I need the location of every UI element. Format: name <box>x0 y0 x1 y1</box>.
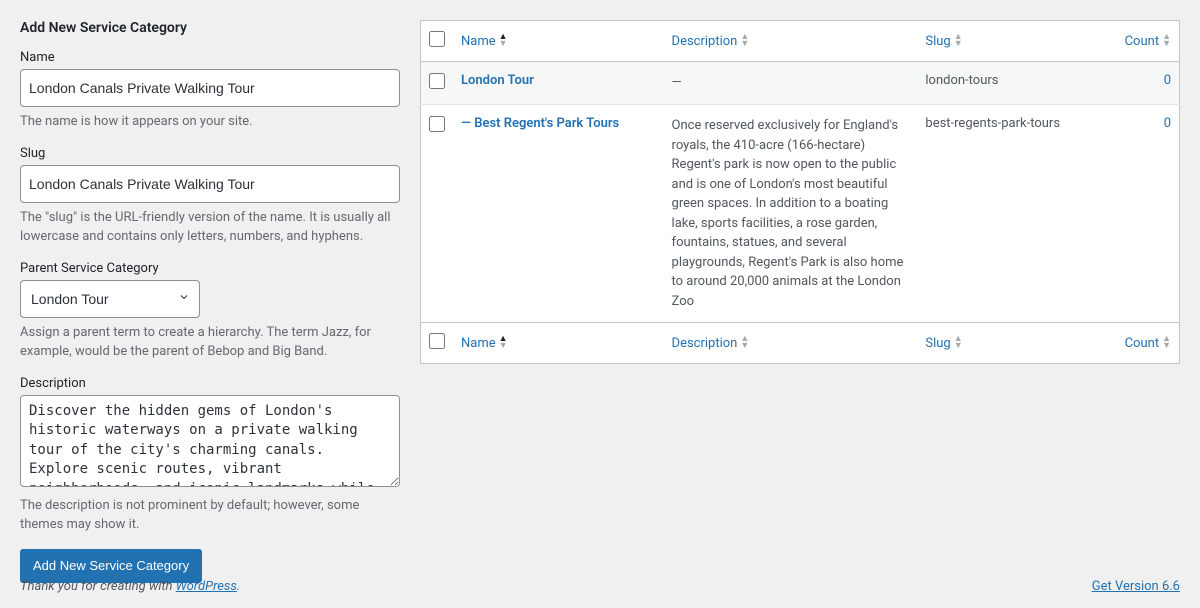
sort-icon: ▲▼ <box>1162 336 1171 350</box>
row-count-link[interactable]: 0 <box>1164 73 1171 88</box>
version-link[interactable]: Get Version 6.6 <box>1092 579 1180 594</box>
parent-select[interactable]: London Tour <box>20 280 200 318</box>
add-category-form: Add New Service Category Name The name i… <box>20 20 400 583</box>
row-count-link[interactable]: 0 <box>1164 116 1171 131</box>
sort-name-bottom[interactable]: Name▲▼ <box>461 336 508 351</box>
sort-icon: ▲▼ <box>954 336 963 350</box>
row-title-link[interactable]: — Best Regent's Park Tours <box>461 116 619 131</box>
categories-table: Name▲▼ Description▲▼ Slug▲▼ Count▲▼ Lond… <box>420 20 1180 364</box>
row-title-link[interactable]: London Tour <box>461 73 534 88</box>
sort-description-bottom[interactable]: Description▲▼ <box>672 336 750 351</box>
sort-icon: ▲▼ <box>499 34 508 48</box>
name-help: The name is how it appears on your site. <box>20 112 400 132</box>
wordpress-link[interactable]: WordPress <box>176 579 237 594</box>
row-description: — <box>664 62 918 105</box>
sort-slug[interactable]: Slug▲▼ <box>925 34 962 49</box>
select-all-checkbox-top[interactable] <box>429 31 445 47</box>
table-row: London Tour — london-tours 0 <box>421 62 1180 105</box>
slug-label: Slug <box>20 146 400 161</box>
row-slug: london-tours <box>917 62 1099 105</box>
sort-icon: ▲▼ <box>740 336 749 350</box>
table-row: — Best Regent's Park Tours Once reserved… <box>421 105 1180 323</box>
sort-count[interactable]: Count▲▼ <box>1125 34 1171 49</box>
sort-count-bottom[interactable]: Count▲▼ <box>1125 336 1171 351</box>
sort-icon: ▲▼ <box>740 34 749 48</box>
row-checkbox[interactable] <box>429 116 445 132</box>
sort-slug-bottom[interactable]: Slug▲▼ <box>925 336 962 351</box>
parent-label: Parent Service Category <box>20 261 400 276</box>
parent-help: Assign a parent term to create a hierarc… <box>20 323 400 362</box>
select-all-checkbox-bottom[interactable] <box>429 333 445 349</box>
footer-thanks: Thank you for creating with WordPress. <box>20 579 240 594</box>
slug-input[interactable] <box>20 165 400 203</box>
description-help: The description is not prominent by defa… <box>20 496 400 535</box>
form-heading: Add New Service Category <box>20 20 400 36</box>
sort-icon: ▲▼ <box>1162 34 1171 48</box>
sort-icon: ▲▼ <box>954 34 963 48</box>
admin-footer: Thank you for creating with WordPress. G… <box>0 565 1200 608</box>
row-checkbox[interactable] <box>429 73 445 89</box>
sort-name[interactable]: Name▲▼ <box>461 34 508 49</box>
sort-description[interactable]: Description▲▼ <box>672 34 750 49</box>
description-textarea[interactable]: Discover the hidden gems of London's his… <box>20 395 400 487</box>
slug-help: The "slug" is the URL-friendly version o… <box>20 208 400 247</box>
name-input[interactable] <box>20 69 400 107</box>
description-label: Description <box>20 376 400 391</box>
row-description: Once reserved exclusively for England's … <box>664 105 918 323</box>
sort-icon: ▲▼ <box>499 336 508 350</box>
name-label: Name <box>20 50 400 65</box>
row-slug: best-regents-park-tours <box>917 105 1099 323</box>
